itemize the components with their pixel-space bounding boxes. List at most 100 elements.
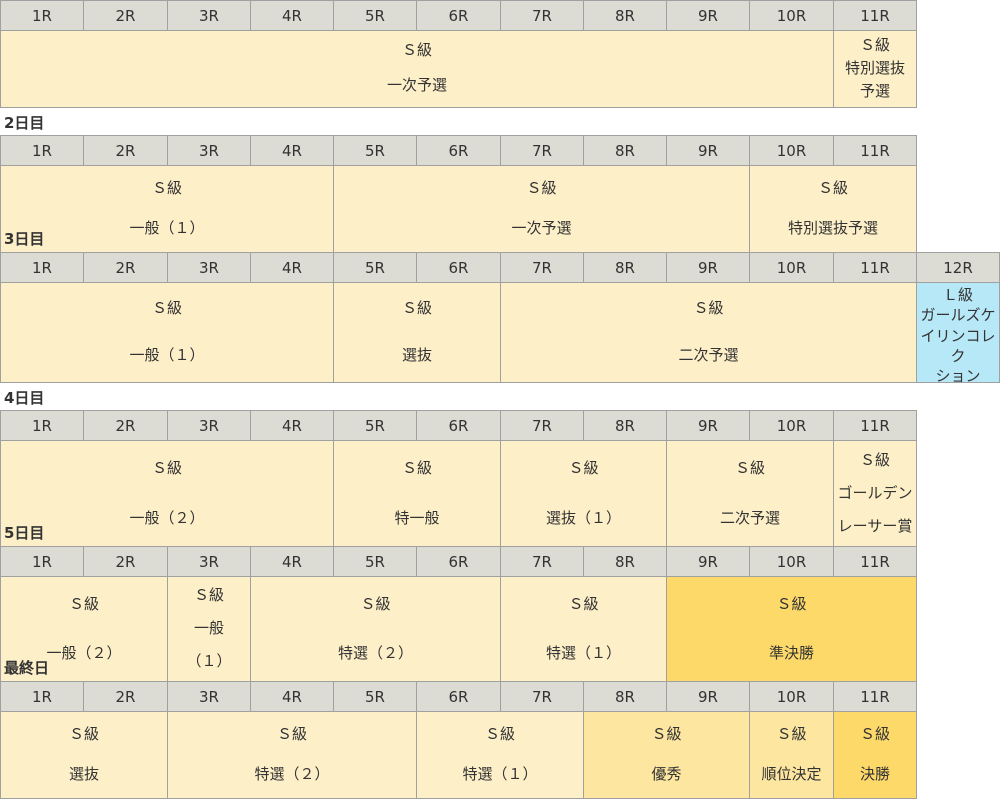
race-number-cell: 7R — [500, 0, 584, 31]
race-number-cell: 9R — [666, 252, 750, 283]
program-name: 決勝 — [859, 764, 890, 783]
program-name: （１） — [186, 652, 232, 671]
program-name: 一般 — [193, 619, 224, 638]
race-number-cell: 4R — [250, 252, 334, 283]
race-number-cell: 4R — [250, 135, 334, 166]
program-name: 優秀 — [651, 764, 682, 783]
program-name: 順位決定 — [761, 764, 822, 783]
day-title: 2日目 — [4, 114, 45, 132]
program-cell: Ｓ級 特一般 — [333, 440, 501, 548]
program-cell: Ｓ級 選抜 — [333, 282, 501, 383]
race-number-cell: 6R — [416, 681, 501, 712]
class-label: Ｓ級 — [360, 594, 391, 613]
class-label: Ｓ級 — [776, 724, 807, 743]
program-name: 一次予選 — [386, 76, 447, 95]
class-label: Ｓ級 — [68, 594, 99, 613]
race-number-cell: 3R — [167, 546, 251, 577]
class-label: Ｓ級 — [734, 458, 765, 477]
class-label: Ｓ級 — [276, 724, 307, 743]
race-number-cell: 10R — [749, 252, 834, 283]
program-name: 準決勝 — [768, 644, 814, 663]
race-number-cell: 11R — [833, 0, 917, 31]
class-label: Ｓ級 — [859, 450, 890, 469]
program-name: 一般（２） — [129, 508, 205, 527]
race-number-cell: 3R — [167, 252, 251, 283]
race-number-cell: 9R — [666, 681, 750, 712]
program-cell: Ｓ級特選（２） — [167, 711, 417, 799]
race-number-cell: 4R — [250, 410, 334, 441]
day-title: 3日目 — [4, 230, 45, 248]
program-name: ゴールデン — [837, 483, 913, 502]
race-number-cell: 7R — [500, 681, 584, 712]
program-cell: Ｓ級 一次予選 — [0, 30, 834, 108]
program-cell: Ｓ級一般（１） — [0, 165, 334, 253]
race-number-cell: 5R — [333, 546, 417, 577]
program-cell: Ｓ級ゴールデンレーサー賞 — [833, 440, 917, 548]
race-number-cell: 1R — [0, 546, 84, 577]
program-cell: Ｓ級 選抜 — [0, 711, 168, 799]
program-name: 特選（１） — [462, 764, 538, 783]
race-number-cell: 8R — [583, 135, 667, 166]
program-cell: Ｓ級 特選（２） — [250, 576, 501, 683]
race-number-cell: 2R — [83, 681, 168, 712]
program-name: 二次予選 — [678, 345, 739, 364]
day-title: 最終日 — [4, 659, 50, 677]
race-number-cell: 9R — [666, 546, 750, 577]
race-number-cell: 5R — [333, 681, 417, 712]
race-number-cell: 2R — [83, 135, 168, 166]
race-number-cell: 5R — [333, 252, 417, 283]
program-cell: Ｌ級 ガールズケ イリンコレク ション — [916, 282, 1000, 383]
race-number-cell: 4R — [250, 546, 334, 577]
class-label: Ｓ級 — [817, 178, 848, 197]
class-label: Ｌ級 — [942, 286, 973, 304]
program-cell: Ｓ級特別選抜予選 — [749, 165, 917, 253]
race-number-cell: 3R — [167, 135, 251, 166]
program-name: 一般（２） — [46, 644, 122, 663]
program-cell: Ｓ級 特選（１） — [500, 576, 667, 683]
race-number-cell: 2R — [83, 410, 168, 441]
race-number-cell: 10R — [749, 0, 834, 31]
program-cell: Ｓ級 決勝 — [833, 711, 917, 799]
race-number-cell: 8R — [583, 681, 667, 712]
race-number-cell: 8R — [583, 252, 667, 283]
program-cell: Ｓ級一般（１） — [0, 282, 334, 383]
program-name: 予選 — [859, 82, 890, 101]
race-number-cell: 11R — [833, 410, 917, 441]
program-cell: Ｓ級順位決定 — [749, 711, 834, 799]
program-name: 特選（２） — [254, 764, 330, 783]
program-name: ション — [935, 367, 981, 383]
class-label: Ｓ級 — [568, 594, 599, 613]
race-number-cell: 6R — [416, 0, 501, 31]
race-number-cell: 8R — [583, 546, 667, 577]
race-number-cell: 1R — [0, 135, 84, 166]
class-label: Ｓ級 — [776, 594, 807, 613]
race-number-cell: 4R — [250, 681, 334, 712]
race-number-cell: 5R — [333, 0, 417, 31]
race-number-cell: 3R — [167, 0, 251, 31]
race-number-cell: 10R — [749, 681, 834, 712]
race-number-cell: 7R — [500, 135, 584, 166]
program-cell: Ｓ級 選抜（１） — [500, 440, 667, 548]
race-number-cell: 5R — [333, 410, 417, 441]
program-name: 一次予選 — [511, 218, 572, 237]
program-cell: Ｓ級一般（１） — [167, 576, 251, 683]
race-number-cell: 8R — [583, 410, 667, 441]
race-number-cell: 1R — [0, 252, 84, 283]
race-number-cell: 10R — [749, 410, 834, 441]
class-label: Ｓ級 — [401, 458, 432, 477]
program-cell: Ｓ級特別選抜予選 — [833, 30, 917, 108]
program-cell: Ｓ級 二次予選 — [666, 440, 834, 548]
class-label: Ｓ級 — [859, 35, 890, 54]
race-number-cell: 9R — [666, 135, 750, 166]
class-label: Ｓ級 — [151, 458, 182, 477]
race-number-cell: 9R — [666, 410, 750, 441]
class-label: Ｓ級 — [526, 178, 557, 197]
race-number-cell: 6R — [416, 410, 501, 441]
race-number-cell: 3R — [167, 681, 251, 712]
race-number-cell: 9R — [666, 0, 750, 31]
race-number-cell: 11R — [833, 681, 917, 712]
program-name: 一般（１） — [129, 218, 205, 237]
program-name: レーサー賞 — [837, 517, 913, 536]
program-name: 選抜（１） — [545, 508, 621, 527]
race-number-cell: 6R — [416, 546, 501, 577]
